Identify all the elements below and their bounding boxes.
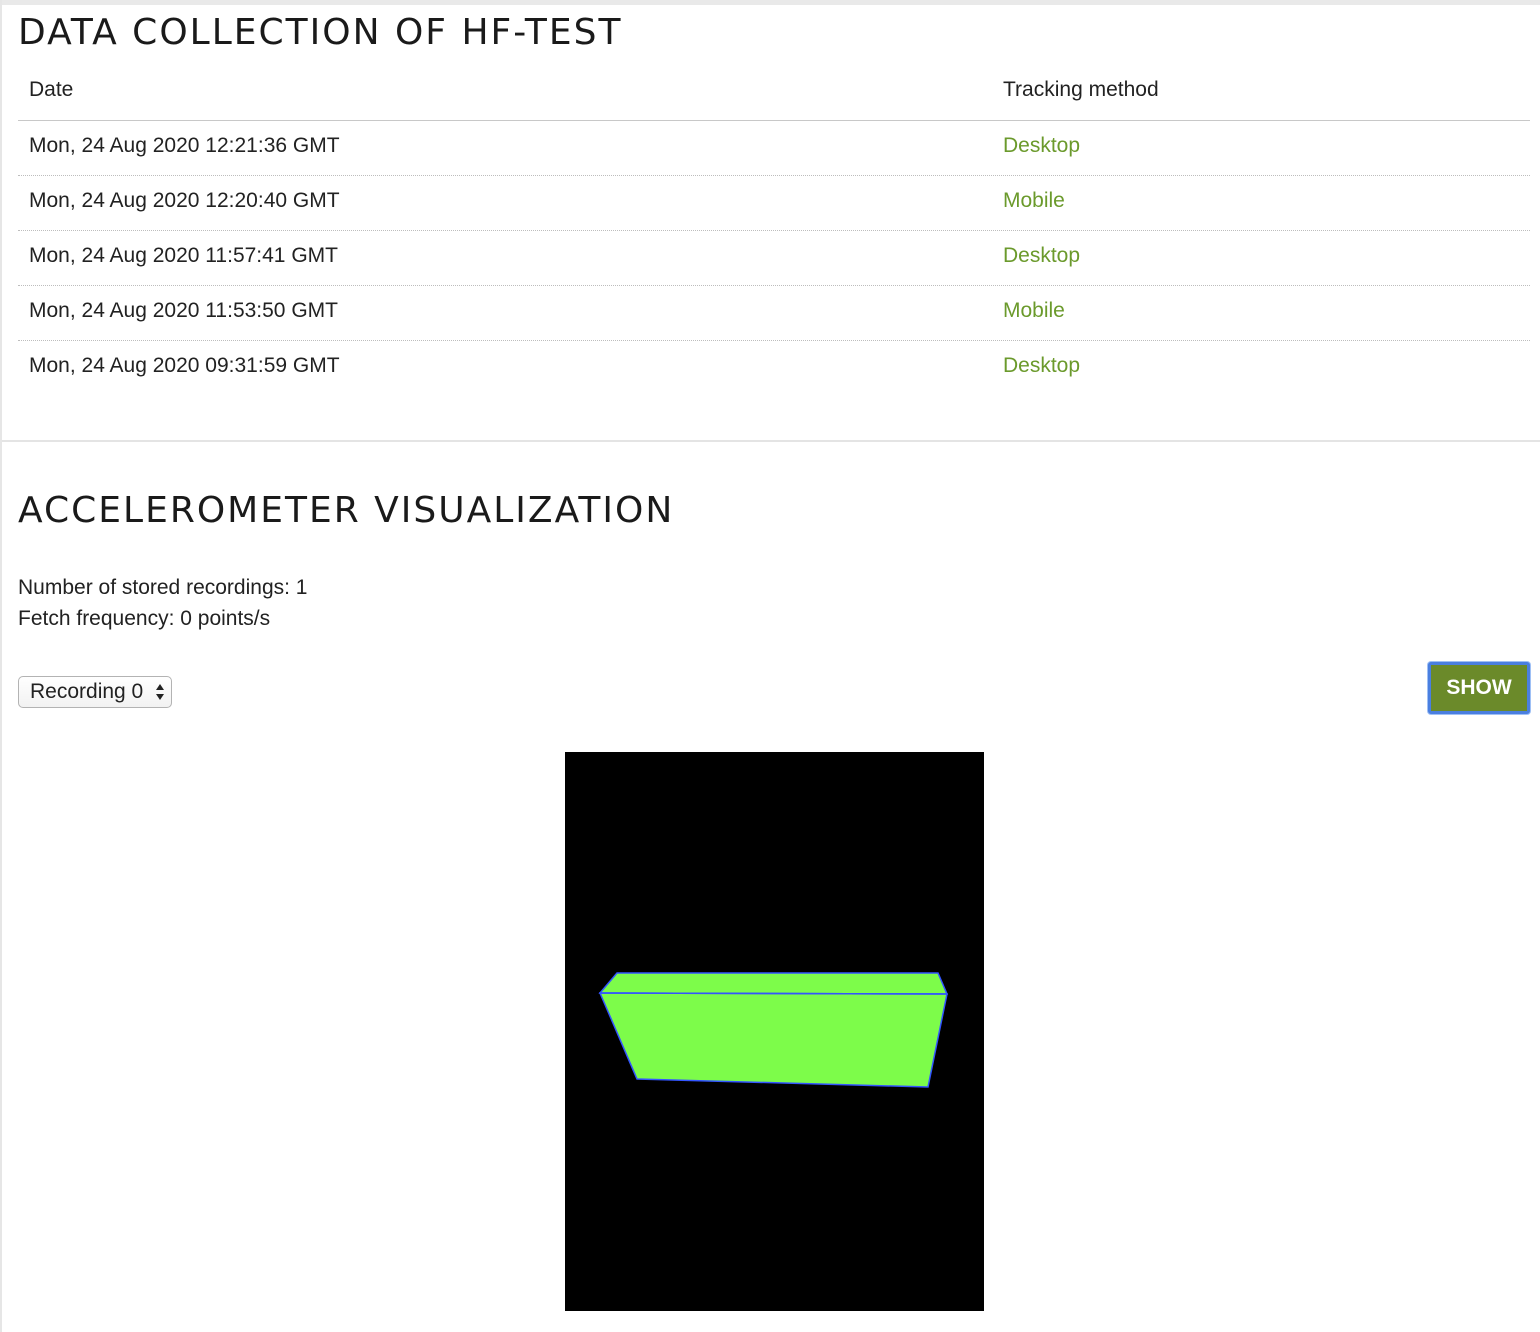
row-date: Mon, 24 Aug 2020 09:31:59 GMT [29, 354, 340, 377]
table-row: Mon, 24 Aug 2020 12:21:36 GMT Desktop [18, 121, 1530, 176]
recording-select[interactable]: Recording 0 [18, 676, 172, 708]
row-tracking-method-link[interactable]: Mobile [1003, 189, 1065, 213]
row-date: Mon, 24 Aug 2020 12:20:40 GMT [29, 189, 340, 212]
table-row: Mon, 24 Aug 2020 12:20:40 GMT Mobile [18, 176, 1530, 231]
row-tracking-method-link[interactable]: Desktop [1003, 134, 1080, 158]
column-header-date: Date [29, 78, 74, 101]
top-strip [2, 0, 1540, 5]
stored-recordings-count: Number of stored recordings: 1 [18, 576, 308, 599]
row-date: Mon, 24 Aug 2020 11:57:41 GMT [29, 244, 338, 267]
row-date: Mon, 24 Aug 2020 12:21:36 GMT [29, 134, 340, 157]
data-collection-title: DATA COLLECTION OF HF-TEST [18, 12, 623, 53]
table-header: Date Tracking method [18, 66, 1530, 121]
table-row: Mon, 24 Aug 2020 09:31:59 GMT Desktop [18, 341, 1530, 395]
recording-select-value: Recording 0 [30, 680, 144, 703]
data-collection-table: Date Tracking method Mon, 24 Aug 2020 12… [18, 66, 1530, 395]
row-date: Mon, 24 Aug 2020 11:53:50 GMT [29, 299, 338, 322]
device-3d-box [598, 972, 949, 1088]
row-tracking-method-link[interactable]: Desktop [1003, 354, 1080, 378]
accelerometer-canvas[interactable] [565, 752, 984, 1311]
device-box-edge [599, 992, 948, 995]
page: DATA COLLECTION OF HF-TEST Date Tracking… [0, 0, 1540, 1332]
show-button[interactable]: SHOW [1428, 662, 1530, 714]
table-row: Mon, 24 Aug 2020 11:57:41 GMT Desktop [18, 231, 1530, 286]
select-updown-icon [156, 684, 164, 700]
table-row: Mon, 24 Aug 2020 11:53:50 GMT Mobile [18, 286, 1530, 341]
accelerometer-title: ACCELEROMETER VISUALIZATION [18, 490, 675, 531]
section-divider [2, 440, 1540, 442]
device-box-top-face [598, 972, 949, 995]
device-box-front-face [598, 992, 948, 1088]
fetch-frequency: Fetch frequency: 0 points/s [18, 607, 271, 630]
column-header-tracking-method: Tracking method [1003, 78, 1159, 101]
row-tracking-method-link[interactable]: Desktop [1003, 244, 1080, 268]
row-tracking-method-link[interactable]: Mobile [1003, 299, 1065, 323]
